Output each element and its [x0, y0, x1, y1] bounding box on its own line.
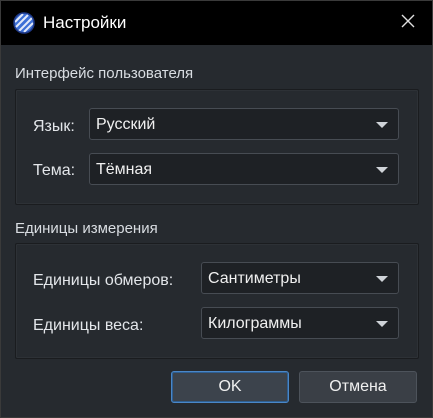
language-select[interactable]: Русский — [89, 108, 399, 140]
language-label: Язык: — [33, 118, 75, 135]
measure-units-select-value: Сантиметры — [208, 270, 301, 287]
weight-units-select-value: Килограммы — [208, 315, 302, 332]
theme-select[interactable]: Тёмная — [89, 153, 399, 185]
measure-units-label: Единицы обмеров: — [33, 272, 174, 289]
units-section-title: Единицы измерения — [15, 220, 158, 237]
close-icon — [400, 13, 416, 34]
interface-section-title: Интерфейс пользователя — [15, 65, 194, 82]
measure-units-select[interactable]: Сантиметры — [201, 262, 399, 294]
window-title: Настройки — [43, 13, 127, 32]
chevron-down-icon — [376, 321, 388, 327]
ok-button[interactable]: OK — [171, 371, 289, 403]
interface-group-box — [15, 89, 419, 205]
chevron-down-icon — [376, 167, 388, 173]
title-bar: Настройки — [1, 1, 432, 45]
units-group-box — [15, 243, 419, 359]
chevron-down-icon — [376, 122, 388, 128]
theme-select-value: Тёмная — [96, 161, 153, 178]
language-select-value: Русский — [96, 116, 156, 133]
close-button[interactable] — [385, 1, 431, 45]
weight-units-select[interactable]: Килограммы — [201, 307, 399, 339]
planet-icon — [13, 12, 35, 34]
cancel-button[interactable]: Отмена — [299, 371, 417, 403]
settings-dialog: Настройки Интерфейс пользователя Язык: Р… — [0, 0, 433, 418]
theme-label: Тема: — [33, 162, 76, 179]
dialog-body: Интерфейс пользователя Язык: Русский Тем… — [1, 45, 432, 417]
weight-units-label: Единицы веса: — [33, 317, 144, 334]
chevron-down-icon — [376, 276, 388, 282]
